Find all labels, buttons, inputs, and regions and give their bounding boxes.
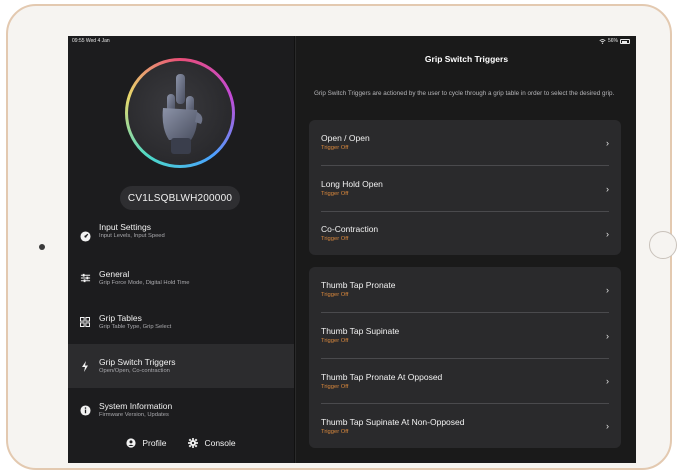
- settings-menu: Input Settings Input Levels, Input Speed…: [68, 216, 294, 432]
- trigger-title: Long Hold Open: [321, 179, 383, 189]
- profile-button[interactable]: Profile: [126, 438, 166, 448]
- sidebar-item-title: General: [99, 269, 130, 279]
- page-description: Grip Switch Triggers are actioned by the…: [314, 90, 615, 97]
- lightning-icon: [79, 360, 91, 372]
- chevron-right-icon: ›: [606, 183, 609, 194]
- front-camera: [39, 244, 45, 250]
- gauge-icon: [79, 230, 91, 242]
- sidebar-item-subtitle: Firmware Version, Updates: [99, 412, 169, 418]
- status-time: 09:55 Wed 4 Jan: [72, 38, 110, 44]
- trigger-title: Thumb Tap Pronate: [321, 280, 396, 290]
- sidebar-item-subtitle: Input Levels, Input Speed: [99, 233, 165, 239]
- trigger-status: Trigger Off: [321, 338, 349, 344]
- trigger-title: Thumb Tap Supinate: [321, 326, 400, 336]
- trigger-status: Trigger Off: [321, 292, 349, 298]
- sidebar: CV1LSQBLWH200000 Input Settings Input Le…: [68, 36, 294, 463]
- chevron-right-icon: ›: [606, 330, 609, 341]
- home-button[interactable]: [649, 231, 677, 259]
- main-panel: Grip Switch Triggers Grip Switch Trigger…: [295, 36, 636, 463]
- app-screen: 09:55 Wed 4 Jan 56% CV1LSQBLWH200000 Inp…: [68, 36, 636, 463]
- sliders-icon: [79, 272, 91, 284]
- trigger-group-thumb-tap: Thumb Tap Pronate Trigger Off › Thumb Ta…: [309, 267, 621, 448]
- grid-icon: [79, 316, 91, 328]
- trigger-row-open-open[interactable]: Open / Open Trigger Off ›: [321, 120, 609, 165]
- sidebar-item-title: Input Settings: [99, 222, 151, 232]
- trigger-title: Thumb Tap Pronate At Opposed: [321, 371, 443, 382]
- sidebar-item-general[interactable]: General Grip Force Mode, Digital Hold Ti…: [68, 256, 294, 300]
- sidebar-item-subtitle: Open/Open, Co-contraction: [99, 368, 170, 374]
- wifi-icon: [599, 38, 606, 44]
- trigger-status: Trigger Off: [321, 383, 349, 390]
- sidebar-item-input-settings[interactable]: Input Settings Input Levels, Input Speed: [68, 216, 294, 256]
- trigger-row-thumb-tap-supinate[interactable]: Thumb Tap Supinate Trigger Off ›: [321, 312, 609, 358]
- sidebar-item-title: System Information: [99, 401, 173, 411]
- trigger-title: Open / Open: [321, 133, 370, 143]
- tablet-frame: 09:55 Wed 4 Jan 56% CV1LSQBLWH200000 Inp…: [6, 4, 677, 470]
- sidebar-item-grip-switch-triggers[interactable]: Grip Switch Triggers Open/Open, Co-contr…: [68, 344, 294, 388]
- device-avatar: [125, 58, 235, 168]
- trigger-status: Trigger Off: [321, 428, 349, 435]
- sidebar-item-subtitle: Grip Force Mode, Digital Hold Time: [99, 280, 190, 286]
- chevron-right-icon: ›: [606, 376, 609, 386]
- trigger-status: Trigger Off: [321, 145, 349, 151]
- trigger-row-thumb-tap-pronate-opposed[interactable]: Thumb Tap Pronate At Opposed Trigger Off…: [321, 358, 609, 403]
- device-serial-number: CV1LSQBLWH200000: [120, 186, 240, 210]
- trigger-row-co-contraction[interactable]: Co-Contraction Trigger Off ›: [321, 211, 609, 255]
- battery-percent: 56%: [607, 38, 618, 44]
- trigger-status: Trigger Off: [321, 191, 349, 197]
- trigger-row-thumb-tap-pronate[interactable]: Thumb Tap Pronate Trigger Off ›: [321, 267, 609, 312]
- info-icon: [79, 404, 91, 416]
- sidebar-footer: Profile Console: [68, 432, 294, 454]
- trigger-title: Co-Contraction: [321, 224, 379, 234]
- gear-icon: [188, 438, 199, 448]
- bionic-hand-icon: [162, 74, 203, 154]
- chevron-right-icon: ›: [606, 284, 609, 295]
- trigger-row-thumb-tap-supinate-non-opposed[interactable]: Thumb Tap Supinate At Non-Opposed Trigge…: [321, 403, 609, 448]
- trigger-group-primary: Open / Open Trigger Off › Long Hold Open…: [309, 120, 621, 255]
- sidebar-item-grip-tables[interactable]: Grip Tables Grip Table Type, Grip Select: [68, 300, 294, 344]
- trigger-row-long-hold-open[interactable]: Long Hold Open Trigger Off ›: [321, 165, 609, 211]
- sidebar-item-system-information[interactable]: System Information Firmware Version, Upd…: [68, 388, 294, 432]
- status-bar: 09:55 Wed 4 Jan 56%: [68, 36, 636, 46]
- trigger-status: Trigger Off: [321, 236, 349, 242]
- page-title: Grip Switch Triggers: [424, 54, 509, 64]
- chevron-right-icon: ›: [606, 228, 609, 239]
- user-icon: [126, 438, 136, 448]
- status-indicators: 56%: [599, 38, 630, 44]
- sidebar-item-subtitle: Grip Table Type, Grip Select: [99, 324, 172, 330]
- console-label: Console: [204, 438, 236, 448]
- sidebar-item-title: Grip Tables: [99, 313, 142, 323]
- sidebar-item-title: Grip Switch Triggers: [99, 357, 176, 367]
- chevron-right-icon: ›: [606, 137, 609, 148]
- trigger-title: Thumb Tap Supinate At Non-Opposed: [321, 416, 465, 427]
- chevron-right-icon: ›: [606, 421, 609, 431]
- battery-icon: [620, 38, 630, 44]
- console-button[interactable]: Console: [188, 438, 236, 448]
- profile-label: Profile: [142, 438, 167, 448]
